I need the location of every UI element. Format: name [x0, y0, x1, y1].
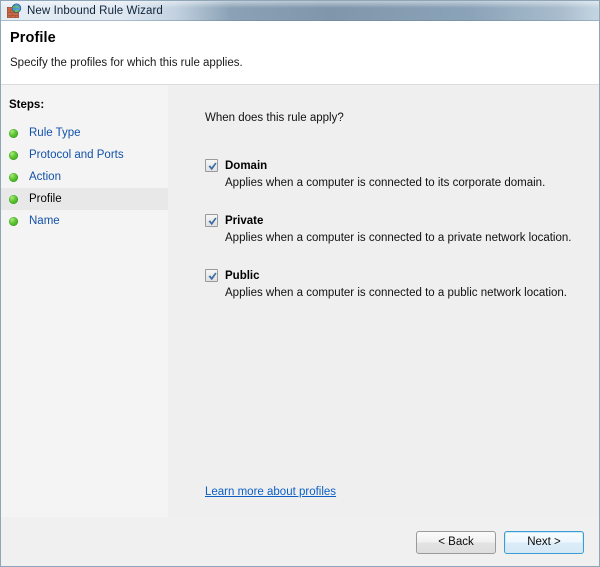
profile-row: Private	[205, 212, 600, 229]
sidebar-item-label: Profile	[29, 193, 62, 205]
profile-name-label: Private	[225, 214, 264, 227]
profile-description: Applies when a computer is connected to …	[225, 287, 568, 299]
profile-description: Applies when a computer is connected to …	[225, 232, 572, 244]
firewall-globe-icon	[6, 2, 22, 19]
step-bullet-icon	[9, 172, 18, 182]
step-bullet-icon	[9, 216, 18, 226]
profile-option-domain: Domain Applies when a computer is connec…	[205, 157, 600, 189]
public-checkbox[interactable]	[205, 269, 218, 282]
sidebar-item-action[interactable]: Action	[0, 166, 168, 188]
profile-row: Public	[205, 267, 600, 284]
page-title: Profile	[10, 30, 56, 46]
check-icon	[208, 272, 217, 281]
private-checkbox[interactable]	[205, 214, 218, 227]
page-header: Profile Specify the profiles for which t…	[0, 21, 600, 85]
profile-name-label: Domain	[225, 159, 268, 172]
next-button[interactable]: Next >	[504, 530, 584, 554]
main-panel: When does this rule apply? Domain Applie…	[168, 85, 600, 517]
main-spacer	[205, 304, 600, 486]
sidebar-item-label: Rule Type	[29, 127, 81, 139]
sidebar-item-label: Name	[29, 215, 60, 227]
sidebar-item-profile[interactable]: Profile	[0, 188, 168, 210]
page-subtitle: Specify the profiles for which this rule…	[10, 57, 243, 69]
sidebar-item-protocol-and-ports[interactable]: Protocol and Ports	[0, 144, 168, 166]
question-label: When does this rule apply?	[205, 112, 344, 124]
sidebar-item-rule-type[interactable]: Rule Type	[0, 122, 168, 144]
step-bullet-icon	[9, 128, 18, 138]
profile-row: Domain	[205, 157, 600, 174]
step-bullet-icon	[9, 150, 18, 160]
profile-option-private: Private Applies when a computer is conne…	[205, 212, 600, 244]
wizard-window: New Inbound Rule Wizard Profile Specify …	[0, 0, 600, 567]
check-icon	[208, 162, 217, 171]
check-icon	[208, 217, 217, 226]
steps-heading: Steps:	[9, 99, 45, 111]
title-bar: New Inbound Rule Wizard	[0, 0, 600, 21]
learn-more-link[interactable]: Learn more about profiles	[205, 486, 336, 498]
back-button[interactable]: < Back	[416, 530, 496, 554]
profile-description: Applies when a computer is connected to …	[225, 177, 546, 189]
sidebar-item-label: Protocol and Ports	[29, 149, 124, 161]
step-bullet-icon	[9, 194, 18, 204]
profile-name-label: Public	[225, 269, 260, 282]
window-title: New Inbound Rule Wizard	[27, 4, 163, 17]
wizard-body: Steps: Rule Type Protocol and Ports Acti…	[0, 85, 600, 517]
domain-checkbox[interactable]	[205, 159, 218, 172]
sidebar-item-name[interactable]: Name	[0, 210, 168, 232]
profile-option-public: Public Applies when a computer is connec…	[205, 267, 600, 299]
steps-sidebar: Steps: Rule Type Protocol and Ports Acti…	[0, 85, 168, 517]
footer-bar: < Back Next >	[0, 517, 600, 567]
sidebar-item-label: Action	[29, 171, 61, 183]
